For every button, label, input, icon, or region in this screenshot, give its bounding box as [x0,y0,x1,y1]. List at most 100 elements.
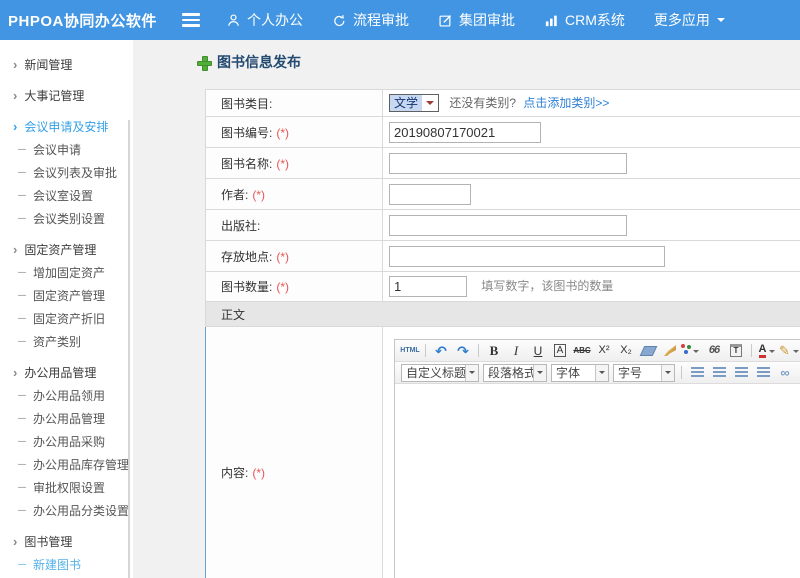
add-icon [197,56,210,69]
text-effect-dots-icon[interactable] [682,342,702,360]
flow-icon [332,13,347,28]
add-category-link[interactable]: 点击添加类别>> [523,96,609,110]
redo-icon[interactable]: ↷ [453,342,473,360]
category-label: 图书类目: [206,90,383,117]
align-justify-icon[interactable] [753,364,773,382]
required-marker: (*) [252,466,265,480]
source-code-icon[interactable]: HTML [400,342,420,360]
sidebar-item[interactable]: — 固定资产管理 [0,284,133,307]
align-right-icon[interactable] [731,364,751,382]
highlight-pen-icon[interactable]: ✎ [779,342,799,360]
editor-toolbar-row1: HTML ↶ ↷ [395,340,800,362]
dropdown-arrow-icon [465,365,478,381]
book-form: 图书类目: 文学 还没有类别? 点击添加类别>> 图书编号:(*) [205,89,800,578]
sidebar-item[interactable]: › 会议申请及安排 [0,115,133,138]
sidebar-nav: › 新闻管理 › 大事记管理 › 会议申请及安排 — 会议申请 [0,40,133,578]
sidebar-scrollbar[interactable] [128,120,130,578]
font-family-dropdown[interactable]: 字体 [551,364,609,382]
dash-icon: — [18,482,26,493]
content-label: 内容:(*) [206,327,383,578]
no-category-text: 还没有类别? [449,96,516,110]
paragraph-format-dropdown[interactable]: 段落格式 [483,364,547,382]
separator[interactable] [751,344,752,357]
editor-toolbar-row2: 自定义标题 段落格式 [395,362,800,384]
sidebar-item[interactable]: — 增加固定资产 [0,261,133,284]
quantity-input[interactable] [389,276,467,297]
dash-icon: — [18,290,26,301]
menu-item-more-apps[interactable]: 更多应用 [654,10,725,30]
sidebar-item[interactable]: — 固定资产折旧 [0,307,133,330]
dash-icon: — [18,336,26,347]
menu-item-group-approval[interactable]: 集团审批 [438,10,515,30]
chevron-icon: › [13,242,17,257]
person-icon [226,13,241,28]
category-select[interactable]: 文学 [389,94,439,112]
custom-title-dropdown[interactable]: 自定义标题 [401,364,479,382]
paste-text-icon[interactable]: T [726,342,746,360]
subscript-icon[interactable]: X₂ [616,342,636,360]
menu-icon[interactable] [182,13,200,27]
editor-content-area[interactable] [395,384,800,578]
separator[interactable] [478,344,479,357]
font-border-icon[interactable]: A [550,342,570,360]
sidebar-item[interactable]: — 资产类别 [0,330,133,353]
row-book-name: 图书名称:(*) [206,148,800,179]
sidebar: › 新闻管理 › 大事记管理 › 会议申请及安排 — 会议申请 [0,40,133,578]
required-marker: (*) [276,280,289,294]
sidebar-item[interactable]: — 办公用品管理 [0,407,133,430]
dash-icon: — [18,313,26,324]
sidebar-item[interactable]: — 会议列表及审批 [0,161,133,184]
location-input[interactable] [389,246,665,267]
book-name-input[interactable] [389,153,627,174]
align-center-icon[interactable] [709,364,729,382]
row-category: 图书类目: 文学 还没有类别? 点击添加类别>> [206,90,800,117]
dash-icon: — [18,505,26,516]
italic-icon[interactable]: I [506,342,526,360]
bold-icon[interactable]: B [484,342,504,360]
sidebar-item[interactable]: — 会议类别设置 [0,207,133,230]
format-brush-icon[interactable] [660,342,680,360]
sidebar-item[interactable]: — 新建图书 [0,553,133,576]
underline-icon[interactable]: U [528,342,548,360]
sidebar-item[interactable]: › 图书管理 [0,530,133,553]
link-icon[interactable]: ∞ [775,364,795,382]
chevron-icon: › [13,57,17,72]
sidebar-item[interactable]: — 办公用品库存管理 [0,453,133,476]
superscript-icon[interactable]: X² [594,342,614,360]
sidebar-item[interactable]: › 固定资产管理 [0,238,133,261]
app-logo: PHPOA协同办公软件 [8,10,176,31]
undo-icon[interactable]: ↶ [431,342,451,360]
strikethrough-icon[interactable]: ABC [572,342,592,360]
author-input[interactable] [389,184,471,205]
publisher-input[interactable] [389,215,627,236]
separator[interactable] [425,344,426,357]
dash-icon: — [18,459,26,470]
dash-icon: — [18,413,26,424]
dash-icon: — [18,144,26,155]
font-color-icon[interactable]: A [757,342,777,360]
menu-item-personal-office[interactable]: 个人办公 [226,10,303,30]
sidebar-item[interactable]: › 办公用品管理 [0,361,133,384]
separator[interactable] [681,366,682,379]
sidebar-item[interactable]: › 新闻管理 [0,53,133,76]
row-body-section-header: 正文 [206,302,800,327]
sidebar-item[interactable]: — 会议室设置 [0,184,133,207]
align-left-icon[interactable] [687,364,707,382]
sidebar-item[interactable]: › 大事记管理 [0,84,133,107]
dropdown-arrow-icon [661,365,674,381]
sidebar-item[interactable]: — 办公用品领用 [0,384,133,407]
sidebar-item[interactable]: — 会议申请 [0,138,133,161]
menu-item-workflow-approval[interactable]: 流程审批 [332,10,409,30]
sidebar-item[interactable]: — 办公用品分类设置 [0,499,133,522]
caret-down-icon [717,18,725,26]
font-size-dropdown[interactable]: 字号 [613,364,675,382]
dash-icon: — [18,436,26,447]
required-marker: (*) [276,126,289,140]
eraser-icon[interactable] [638,342,658,360]
menu-item-crm[interactable]: CRM系统 [544,10,625,30]
book-number-input[interactable] [389,122,541,143]
sidebar-item[interactable]: — 办公用品采购 [0,430,133,453]
blockquote-icon[interactable]: 66 [704,342,724,360]
sidebar-item[interactable]: — 审批权限设置 [0,476,133,499]
chevron-icon: › [13,88,17,103]
